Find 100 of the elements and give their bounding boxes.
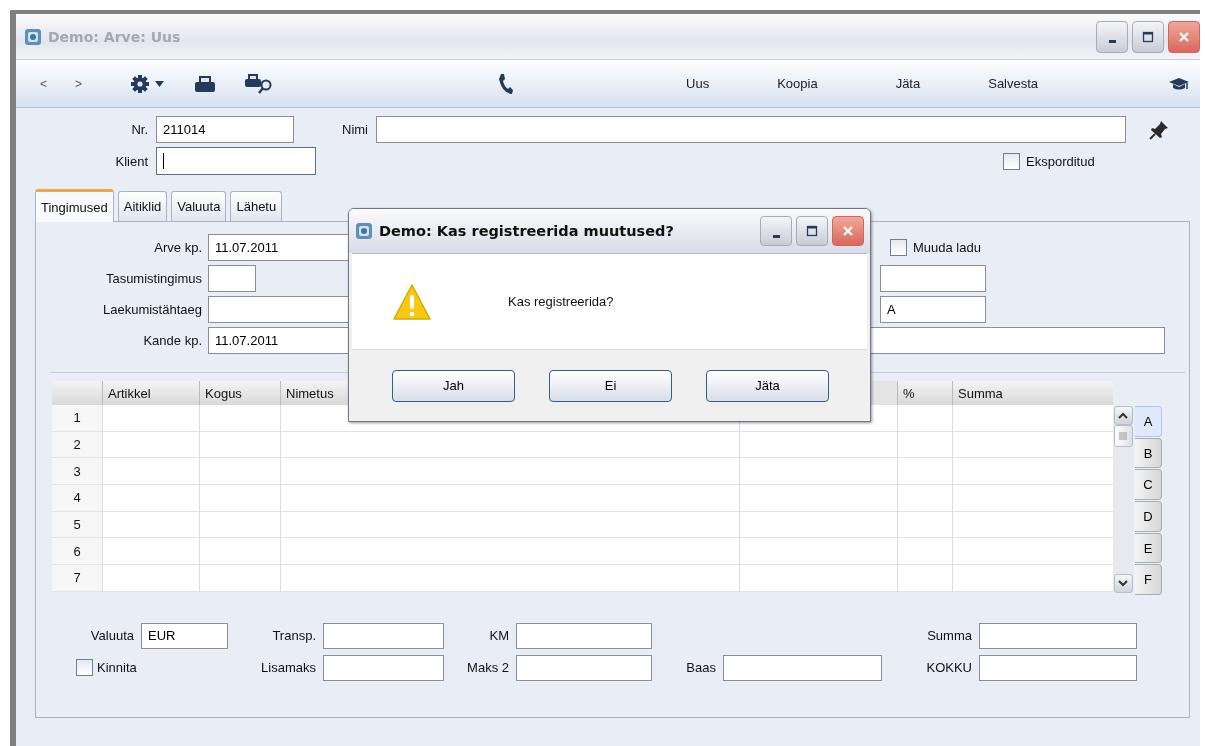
input-field[interactable] bbox=[723, 654, 882, 681]
maximize-button[interactable] bbox=[1132, 20, 1164, 53]
tab[interactable]: Valuuta bbox=[171, 191, 227, 221]
maximize-icon bbox=[1142, 30, 1154, 43]
field-label: Nr. bbox=[130, 122, 148, 137]
input-field[interactable] bbox=[323, 654, 444, 681]
scrollbar[interactable] bbox=[1113, 406, 1133, 593]
dialog-button[interactable]: Jäta bbox=[706, 369, 829, 402]
field-label: Nimi bbox=[342, 122, 368, 137]
input-field[interactable] bbox=[979, 622, 1137, 649]
warning-icon bbox=[392, 282, 432, 321]
dialog-button[interactable]: Jah bbox=[392, 369, 515, 402]
input-field[interactable]: EUR bbox=[141, 622, 228, 649]
table-cell bbox=[898, 538, 953, 566]
input-field[interactable]: A bbox=[880, 296, 986, 323]
row-number: 3 bbox=[52, 458, 103, 486]
input-field[interactable] bbox=[880, 265, 986, 292]
field-label: Baas bbox=[686, 660, 716, 675]
scroll-up-button[interactable] bbox=[1113, 406, 1133, 425]
field-label: Klient bbox=[114, 153, 148, 169]
minimize-icon bbox=[1108, 40, 1116, 43]
chevron-up-icon bbox=[1118, 412, 1128, 419]
row-number: 2 bbox=[52, 431, 103, 459]
caret-icon bbox=[155, 80, 165, 87]
window-title: Demo: Arve: Uus bbox=[48, 28, 181, 45]
toolbar-button[interactable]: Salvesta bbox=[984, 74, 1043, 93]
field-label: Maks 2 bbox=[467, 660, 509, 675]
row-number: 1 bbox=[52, 405, 103, 432]
input-field[interactable] bbox=[156, 147, 316, 175]
input-field[interactable] bbox=[516, 654, 652, 681]
column-header[interactable]: Kogus bbox=[200, 381, 281, 405]
checkbox[interactable] bbox=[1003, 152, 1020, 170]
field-label: KM bbox=[489, 628, 509, 643]
checkbox-label: Muuda ladu bbox=[913, 240, 981, 255]
tab[interactable]: E bbox=[1135, 532, 1162, 564]
forward-button[interactable]: > bbox=[71, 74, 87, 93]
scroll-thumb[interactable] bbox=[1113, 425, 1133, 447]
tab[interactable]: F bbox=[1135, 564, 1162, 596]
field-label: Kande kp. bbox=[142, 333, 202, 348]
input-field[interactable] bbox=[868, 327, 1165, 354]
input-field[interactable]: 211014 bbox=[156, 116, 294, 143]
text-cursor bbox=[163, 153, 164, 169]
row-number: 4 bbox=[52, 485, 103, 512]
tab[interactable]: Lähetu bbox=[230, 191, 283, 221]
printer-icon bbox=[194, 74, 217, 93]
checkbox-label: Eksporditud bbox=[1026, 153, 1095, 169]
input-field[interactable] bbox=[208, 265, 256, 292]
column-header[interactable]: Artikkel bbox=[103, 381, 200, 405]
field-label: Transp. bbox=[272, 628, 316, 643]
input-field[interactable] bbox=[979, 654, 1137, 681]
checkbox[interactable] bbox=[76, 659, 93, 676]
row-number: 7 bbox=[52, 565, 103, 592]
column-header[interactable]: % bbox=[898, 381, 953, 405]
field-label: Arve kp. bbox=[153, 240, 202, 255]
maximize-icon bbox=[806, 225, 818, 237]
app-icon bbox=[24, 27, 42, 46]
maximize-button[interactable] bbox=[796, 216, 828, 246]
pushpin-icon bbox=[1148, 118, 1170, 141]
phone-icon bbox=[497, 72, 514, 95]
graduation-cap-icon bbox=[1168, 76, 1190, 91]
field-label: Lisamaks bbox=[261, 660, 316, 675]
toolbar-button[interactable]: Koopia bbox=[773, 74, 822, 93]
field-label: Summa bbox=[927, 628, 972, 643]
back-button[interactable]: < bbox=[36, 74, 51, 93]
checkbox[interactable] bbox=[890, 239, 907, 256]
table-cell bbox=[898, 485, 953, 512]
dialog-message: Kas registreerida? bbox=[508, 294, 614, 309]
close-icon bbox=[1178, 30, 1190, 43]
table-cell bbox=[898, 405, 953, 432]
row-number: 6 bbox=[52, 538, 103, 566]
field-label: Valuuta bbox=[90, 628, 134, 643]
field-label: Tasumistingimus bbox=[104, 271, 202, 286]
toolbar-button[interactable]: Jäta bbox=[891, 74, 925, 93]
minimize-button[interactable] bbox=[760, 216, 792, 246]
tab[interactable]: Tingimused bbox=[35, 189, 114, 222]
input-field[interactable] bbox=[516, 622, 652, 649]
toolbar-button[interactable]: Uus bbox=[682, 74, 714, 93]
dialog-button[interactable]: Ei bbox=[549, 369, 672, 402]
table-cell bbox=[898, 431, 953, 459]
table-cell bbox=[898, 458, 953, 486]
grip-icon bbox=[1119, 432, 1127, 440]
field-label: Laekumistähtaeg bbox=[102, 302, 202, 317]
close-icon bbox=[842, 225, 854, 237]
chevron-down-icon bbox=[1118, 580, 1128, 587]
tab[interactable]: Aitiklid bbox=[117, 191, 168, 221]
table-cell bbox=[898, 565, 953, 592]
minimize-icon bbox=[772, 234, 780, 238]
table-cell bbox=[898, 511, 953, 539]
tab[interactable]: D bbox=[1135, 501, 1162, 532]
scroll-down-button[interactable] bbox=[1113, 574, 1133, 593]
app-icon bbox=[355, 222, 373, 240]
tab[interactable]: B bbox=[1135, 437, 1162, 469]
column-header[interactable]: Summa bbox=[953, 381, 1113, 405]
checkbox-label: Kinnita bbox=[97, 660, 137, 675]
input-field[interactable] bbox=[323, 622, 444, 649]
tab[interactable]: C bbox=[1135, 469, 1162, 500]
input-field[interactable] bbox=[376, 116, 1126, 143]
tab[interactable]: A bbox=[1135, 406, 1162, 437]
row-number: 5 bbox=[52, 511, 103, 539]
field-label: KOKKU bbox=[926, 660, 972, 675]
